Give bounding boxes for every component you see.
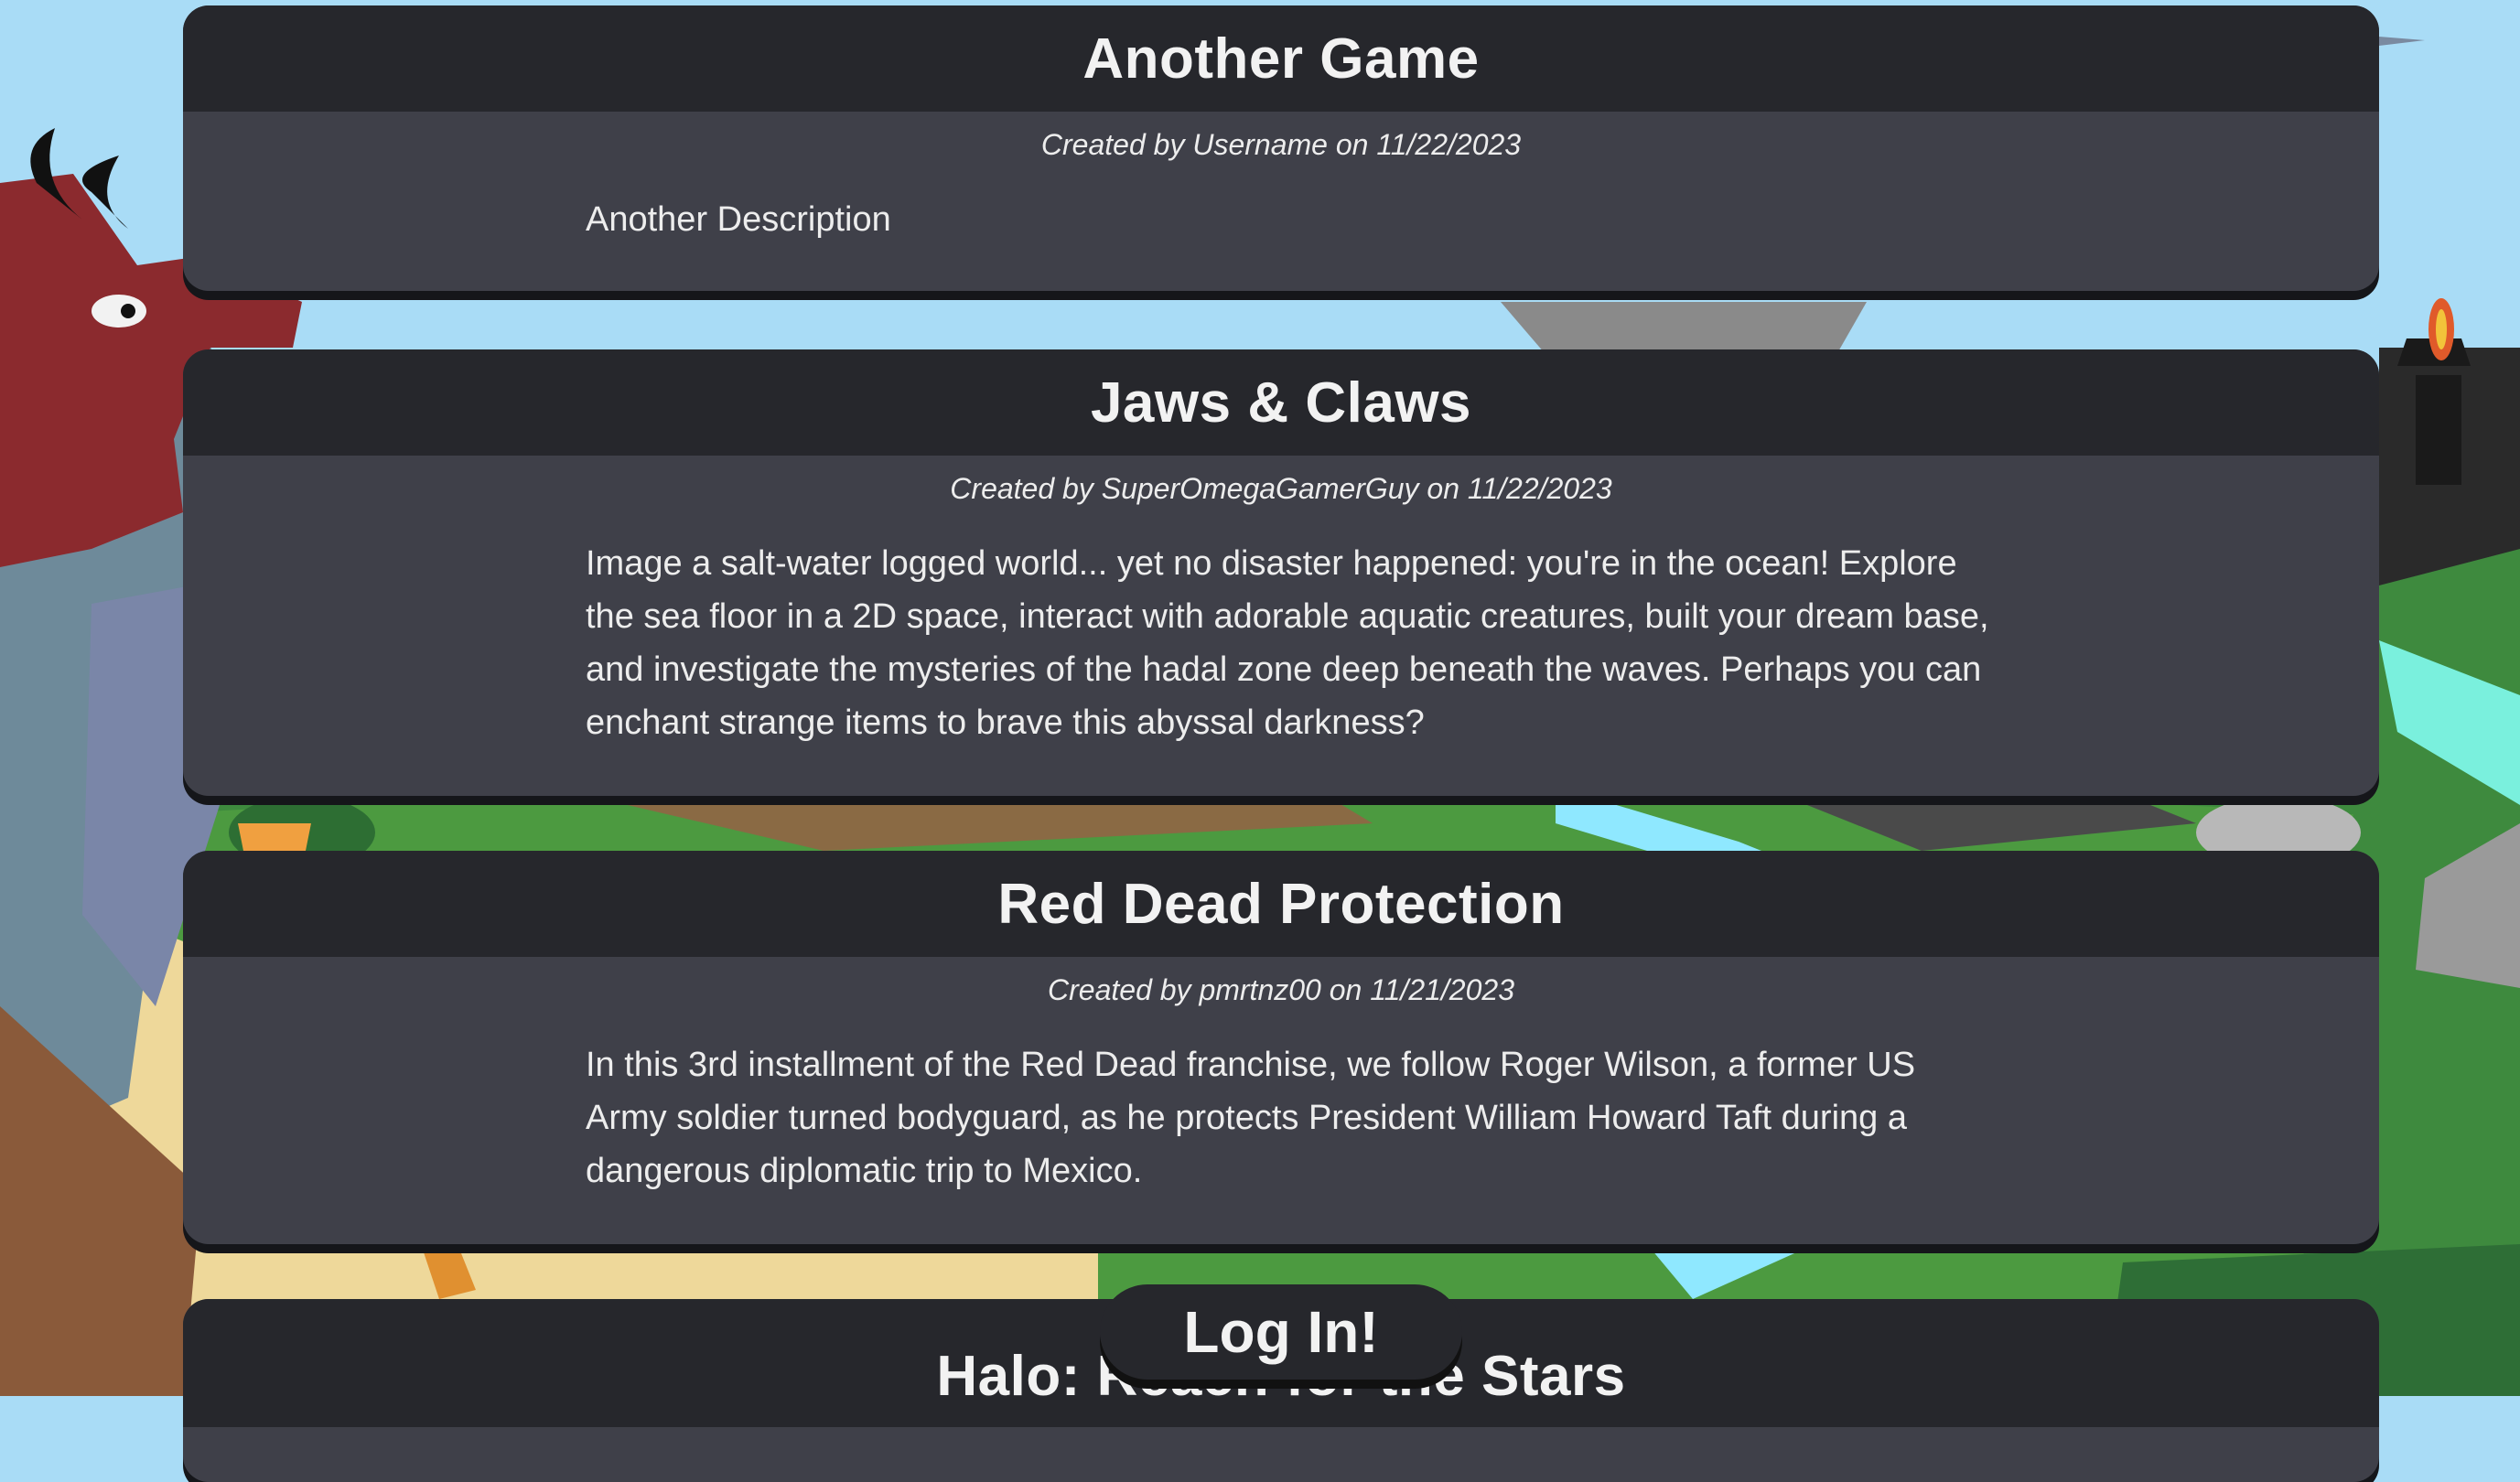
game-meta: Created by SuperOmegaGamerGuy on 11/22/2… (950, 472, 1612, 505)
game-card[interactable]: Red Dead Protection Created by pmrtnz00 … (183, 851, 2379, 1244)
game-title[interactable]: Jaws & Claws (1091, 370, 1471, 435)
game-card[interactable]: Jaws & Claws Created by SuperOmegaGamerG… (183, 349, 2379, 796)
game-description: Another Description (586, 200, 891, 239)
game-description: In this 3rd installment of the Red Dead … (586, 1046, 1916, 1190)
game-meta: Created by pmrtnz00 on 11/21/2023 (1048, 973, 1514, 1006)
game-title[interactable]: Another Game (1082, 27, 1479, 91)
game-card[interactable]: Another Game Created by Username on 11/2… (183, 5, 2379, 291)
game-description: Image a salt-water logged world... yet n… (586, 544, 1989, 742)
game-meta: Created by Username on 11/22/2023 (1040, 128, 1522, 161)
card-header: Jaws & Claws (183, 349, 2379, 456)
card-header: Another Game (183, 5, 2379, 112)
game-title[interactable]: Red Dead Protection (997, 872, 1564, 937)
login-button[interactable]: Log In! (1100, 1284, 1462, 1380)
card-header: Red Dead Protection (183, 851, 2379, 957)
